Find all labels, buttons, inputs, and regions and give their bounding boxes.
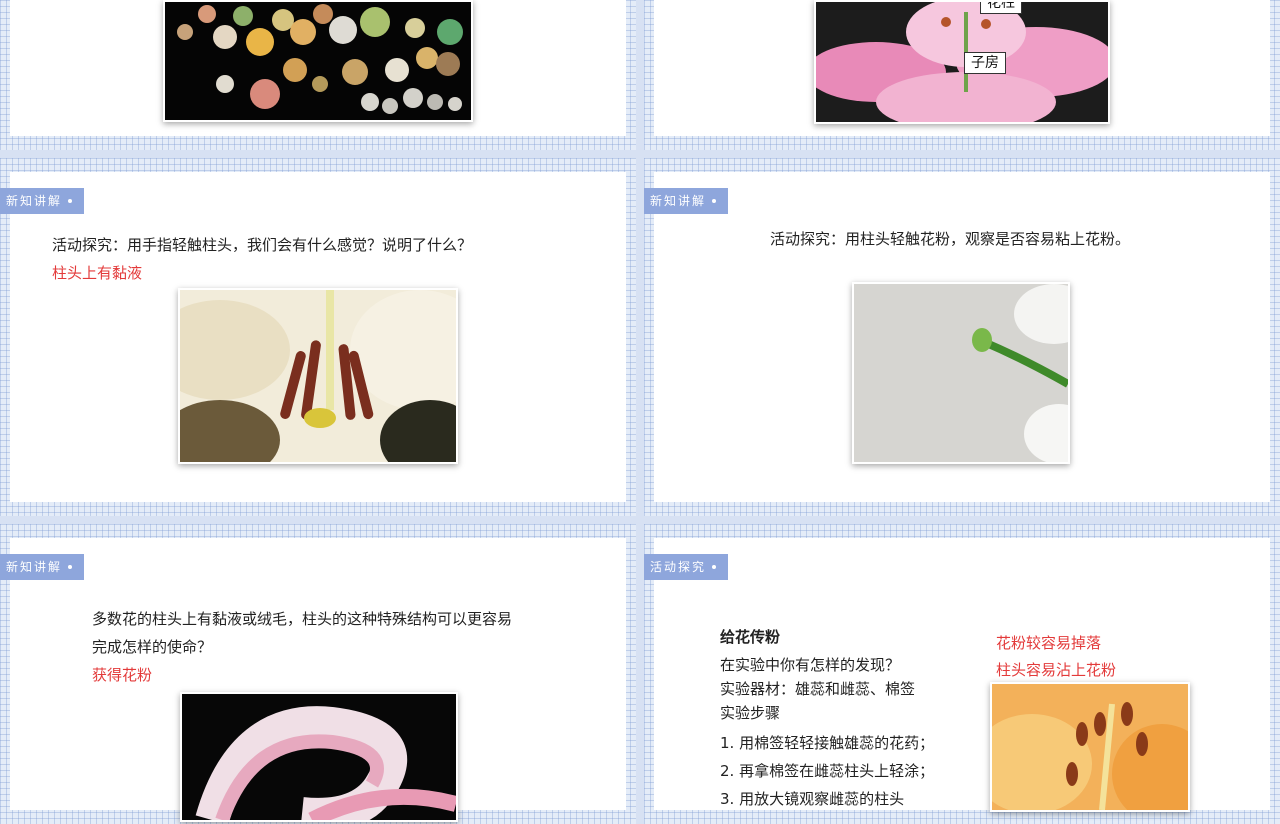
- pollen-grains-illustration: [177, 4, 463, 114]
- slide-stigma-function[interactable]: 新知讲解 多数花的柱头上有黏液或绒毛，柱头的这种特殊结构可以更容易 完成怎样的使…: [0, 524, 636, 824]
- stigma-closeup-illustration: [854, 284, 1068, 462]
- slide-pollen-grains[interactable]: [0, 0, 636, 150]
- slide-canvas: 活动探究 给花传粉 在实验中你有怎样的发现？ 实验器材：雄蕊和雌蕊、棉签 实验步…: [644, 538, 1270, 812]
- slide-stigma-touch[interactable]: 新知讲解 活动探究：用手指轻触柱头，我们会有什么感觉？说明了什么？ 柱头上有黏液: [0, 158, 636, 516]
- step-3: 3. 用放大镜观察雌蕊的柱头: [720, 790, 905, 808]
- activity-question: 活动探究：用柱头轻触花粉，观察是否容易粘上花粉。: [770, 230, 1131, 248]
- activity-answer: 获得花粉: [92, 666, 153, 684]
- section-tag-label: 新知讲解: [6, 194, 63, 208]
- section-tag-label: 新知讲解: [650, 194, 707, 208]
- style-label: 花柱: [980, 2, 1022, 14]
- body-line-2: 完成怎样的使命？: [92, 638, 213, 656]
- slide-canvas: [10, 0, 626, 136]
- tag-dot-icon: [68, 565, 73, 569]
- finding-2: 柱头容易沾上花粉: [996, 661, 1117, 679]
- slide-canvas: 新知讲解 活动探究：用手指轻触柱头，我们会有什么感觉？说明了什么？ 柱头上有黏液: [0, 172, 626, 502]
- activity-question: 活动探究：用手指轻触柱头，我们会有什么感觉？说明了什么？: [52, 236, 473, 254]
- pink-lily-image: 花柱 子房: [814, 0, 1110, 124]
- activity-answer: 柱头上有黏液: [52, 264, 143, 282]
- ovary-label: 子房: [964, 52, 1006, 74]
- materials-line: 实验器材：雄蕊和雌蕊、棉签: [720, 680, 916, 698]
- body-line-1: 多数花的柱头上有黏液或绒毛，柱头的这种特殊结构可以更容易: [92, 610, 513, 628]
- activity-question: 在实验中你有怎样的发现？: [720, 656, 901, 674]
- pink-lily-illustration: [816, 2, 1108, 122]
- steps-title: 实验步骤: [720, 704, 781, 722]
- slide-stigma-pollen[interactable]: 新知讲解 活动探究：用柱头轻触花粉，观察是否容易粘上花粉。: [644, 158, 1280, 516]
- tag-dot-icon: [712, 199, 717, 203]
- orange-lily-image: [990, 682, 1190, 812]
- activity-title: 给花传粉: [720, 628, 781, 646]
- hairy-stigma-illustration: [182, 694, 456, 820]
- stigma-closeup-image: [852, 282, 1070, 464]
- white-lily-illustration: [180, 290, 456, 462]
- step-1: 1. 用棉签轻轻接触雄蕊的花药；: [720, 734, 935, 752]
- section-tag-label: 新知讲解: [6, 560, 63, 574]
- slide-canvas: 新知讲解 活动探究：用柱头轻触花粉，观察是否容易粘上花粉。: [644, 172, 1270, 502]
- section-tag: 新知讲解: [0, 188, 85, 214]
- section-tag: 新知讲解: [0, 554, 85, 580]
- tag-dot-icon: [712, 565, 717, 569]
- finding-1: 花粉较容易掉落: [996, 634, 1102, 652]
- section-tag: 活动探究: [644, 554, 729, 580]
- white-lily-image: [178, 288, 458, 464]
- tag-dot-icon: [68, 199, 73, 203]
- orange-lily-illustration: [992, 684, 1188, 810]
- pollen-grains-image: [163, 0, 473, 122]
- step-2: 2. 再拿棉签在雌蕊柱头上轻涂；: [720, 762, 935, 780]
- slide-canvas: 花柱 子房: [654, 0, 1270, 136]
- slide-canvas: 新知讲解 多数花的柱头上有黏液或绒毛，柱头的这种特殊结构可以更容易 完成怎样的使…: [0, 538, 626, 822]
- section-tag-label: 活动探究: [650, 560, 707, 574]
- hairy-stigma-image: [180, 692, 458, 822]
- slide-lily-pistil[interactable]: 花柱 子房: [644, 0, 1280, 150]
- section-tag: 新知讲解: [644, 188, 729, 214]
- slide-pollination-activity[interactable]: 活动探究 给花传粉 在实验中你有怎样的发现？ 实验器材：雄蕊和雌蕊、棉签 实验步…: [644, 524, 1280, 824]
